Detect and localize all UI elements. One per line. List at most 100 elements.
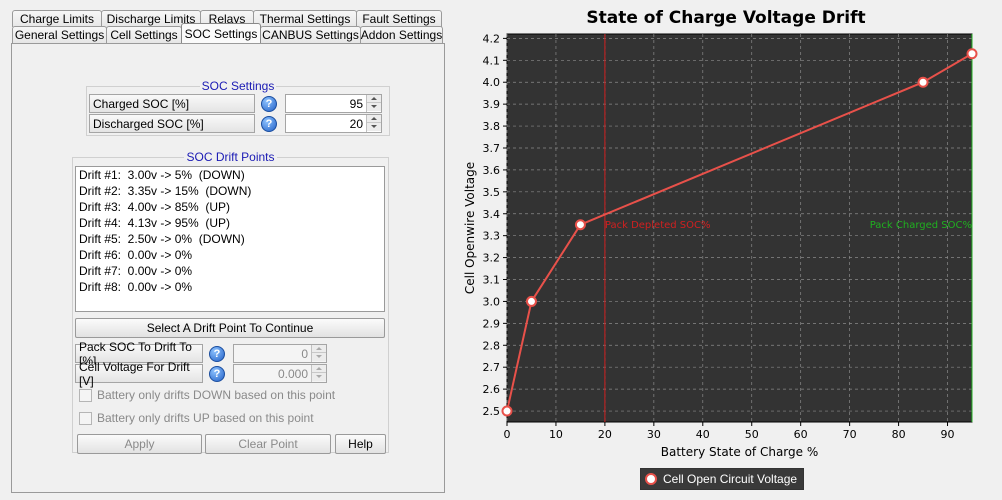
pack-soc-value: 0 bbox=[301, 347, 308, 361]
x-tick-label: 50 bbox=[745, 428, 759, 441]
list-item[interactable]: Drift #5: 2.50v -> 0% (DOWN) bbox=[76, 231, 384, 247]
help-button[interactable]: Help bbox=[335, 434, 386, 454]
pack-soc-help-icon[interactable]: ? bbox=[209, 346, 225, 362]
tab-canbus-settings[interactable]: CANBUS Settings bbox=[260, 26, 361, 43]
drift-up-checkbox[interactable]: Battery only drifts UP based on this poi… bbox=[79, 411, 314, 425]
x-tick-label: 80 bbox=[892, 428, 906, 441]
stepper-up-icon[interactable] bbox=[367, 95, 381, 103]
list-item[interactable]: Drift #4: 4.13v -> 95% (UP) bbox=[76, 215, 384, 231]
list-item[interactable]: Drift #2: 3.35v -> 15% (DOWN) bbox=[76, 183, 384, 199]
pack-soc-input[interactable]: 0 bbox=[233, 344, 327, 363]
chart-panel: State of Charge Voltage Drift 0 10 20 30 40 5… bbox=[450, 0, 1002, 500]
tab-row-bottom: General Settings Cell Settings SOC Setti… bbox=[12, 23, 443, 43]
y-tick-label: 3.6 bbox=[483, 164, 501, 177]
y-tick-label: 2.7 bbox=[483, 361, 501, 374]
soc-drift-chart: 0 10 20 30 40 50 60 70 80 90 2.5 2.6 2.7 2.8 2.9 3.0 3.1… bbox=[463, 32, 978, 459]
x-tick-label: 90 bbox=[941, 428, 955, 441]
cell-voltage-value: 0.000 bbox=[277, 367, 308, 381]
cell-voltage-stepper[interactable] bbox=[311, 365, 326, 382]
apply-button[interactable]: Apply bbox=[77, 434, 202, 454]
tab-fault-settings[interactable]: Fault Settings bbox=[356, 10, 442, 27]
tab-soc-settings[interactable]: SOC Settings bbox=[181, 23, 261, 43]
stepper-down-icon[interactable] bbox=[312, 373, 326, 381]
cell-voltage-input[interactable]: 0.000 bbox=[233, 364, 327, 383]
x-tick-label: 70 bbox=[843, 428, 857, 441]
stepper-up-icon[interactable] bbox=[312, 345, 326, 353]
discharged-soc-help-icon[interactable]: ? bbox=[261, 116, 277, 132]
stepper-down-icon[interactable] bbox=[367, 123, 381, 131]
pack-soc-stepper[interactable] bbox=[311, 345, 326, 362]
data-point bbox=[501, 405, 513, 417]
discharged-soc-label: Discharged SOC [%] bbox=[89, 114, 255, 133]
list-item[interactable]: Drift #3: 4.00v -> 85% (UP) bbox=[76, 199, 384, 215]
data-point bbox=[574, 219, 586, 231]
y-tick-label: 2.5 bbox=[483, 405, 501, 418]
discharged-soc-input[interactable]: 20 bbox=[285, 114, 382, 133]
chart-legend: Cell Open Circuit Voltage bbox=[640, 468, 805, 490]
tab-content: SOC Settings Charged SOC [%] ? 95 Discha… bbox=[11, 43, 445, 493]
threshold-label: Pack Depleted SOC% bbox=[605, 220, 711, 231]
y-tick-label: 3.1 bbox=[483, 274, 501, 287]
y-tick-label: 3.4 bbox=[483, 208, 501, 221]
charged-soc-value: 95 bbox=[349, 97, 363, 111]
charged-soc-help-icon[interactable]: ? bbox=[261, 96, 277, 112]
x-axis-label: Battery State of Charge % bbox=[661, 445, 818, 459]
tab-addon-settings[interactable]: Addon Settings bbox=[360, 26, 443, 43]
x-tick-label: 30 bbox=[647, 428, 661, 441]
y-tick-label: 3.0 bbox=[483, 295, 501, 308]
checkbox-box[interactable] bbox=[79, 388, 92, 402]
y-tick-label: 4.2 bbox=[483, 32, 501, 45]
y-tick-label: 4.0 bbox=[483, 76, 501, 89]
clear-point-button[interactable]: Clear Point bbox=[205, 434, 331, 454]
data-point bbox=[966, 48, 978, 60]
list-item[interactable]: Drift #7: 0.00v -> 0% bbox=[76, 263, 384, 279]
soc-settings-title: SOC Settings bbox=[199, 79, 277, 93]
select-drift-point-button[interactable]: Select A Drift Point To Continue bbox=[75, 318, 385, 338]
y-tick-label: 4.1 bbox=[483, 54, 501, 67]
soc-settings-group: SOC Settings Charged SOC [%] ? 95 Discha… bbox=[86, 79, 390, 136]
y-tick-label: 2.6 bbox=[483, 383, 501, 396]
tab-thermal-settings[interactable]: Thermal Settings bbox=[253, 10, 357, 27]
legend-marker-icon bbox=[645, 473, 657, 485]
tab-charge-limits[interactable]: Charge Limits bbox=[12, 10, 102, 27]
settings-panel: Charge Limits Discharge Limits Relays Th… bbox=[0, 0, 450, 500]
list-item[interactable]: Drift #1: 3.00v -> 5% (DOWN) bbox=[76, 167, 384, 183]
charged-soc-input[interactable]: 95 bbox=[285, 94, 382, 113]
list-item[interactable]: Drift #6: 0.00v -> 0% bbox=[76, 247, 384, 263]
data-point bbox=[525, 295, 537, 307]
cell-voltage-label: Cell Voltage For Drift [V] bbox=[75, 360, 203, 388]
stepper-up-icon[interactable] bbox=[367, 115, 381, 123]
data-point bbox=[917, 76, 929, 88]
soc-drift-group: SOC Drift Points Drift #1: 3.00v -> 5% (… bbox=[72, 150, 389, 454]
tab-cell-settings[interactable]: Cell Settings bbox=[106, 26, 182, 43]
discharged-soc-value: 20 bbox=[349, 117, 363, 131]
x-tick-label: 20 bbox=[598, 428, 612, 441]
checkbox-box[interactable] bbox=[79, 411, 92, 425]
drift-point-list[interactable]: Drift #1: 3.00v -> 5% (DOWN) Drift #2: 3… bbox=[75, 166, 385, 312]
y-tick-label: 3.7 bbox=[483, 142, 501, 155]
x-tick-label: 10 bbox=[549, 428, 563, 441]
soc-drift-title: SOC Drift Points bbox=[184, 150, 277, 164]
discharged-soc-stepper[interactable] bbox=[366, 115, 381, 132]
charged-soc-stepper[interactable] bbox=[366, 95, 381, 112]
stepper-down-icon[interactable] bbox=[367, 103, 381, 111]
stepper-up-icon[interactable] bbox=[312, 365, 326, 373]
tab-general-settings[interactable]: General Settings bbox=[12, 26, 107, 43]
x-tick-label: 40 bbox=[696, 428, 710, 441]
y-tick-label: 2.9 bbox=[483, 317, 501, 330]
x-tick-label: 0 bbox=[504, 428, 511, 441]
drift-down-checkbox[interactable]: Battery only drifts DOWN based on this p… bbox=[79, 388, 335, 402]
threshold-label: Pack Charged SOC% bbox=[870, 220, 972, 231]
legend-label: Cell Open Circuit Voltage bbox=[663, 472, 798, 486]
cell-voltage-help-icon[interactable]: ? bbox=[209, 366, 225, 382]
drift-down-label: Battery only drifts DOWN based on this p… bbox=[97, 388, 336, 402]
y-axis-label: Cell Openwire Voltage bbox=[463, 162, 477, 294]
y-tick-label: 3.3 bbox=[483, 230, 501, 243]
stepper-down-icon[interactable] bbox=[312, 353, 326, 361]
y-tick-label: 3.5 bbox=[483, 186, 501, 199]
drift-up-label: Battery only drifts UP based on this poi… bbox=[97, 411, 314, 425]
x-tick-label: 60 bbox=[794, 428, 808, 441]
y-tick-label: 3.2 bbox=[483, 252, 501, 265]
charged-soc-label: Charged SOC [%] bbox=[89, 94, 255, 113]
list-item[interactable]: Drift #8: 0.00v -> 0% bbox=[76, 279, 384, 295]
